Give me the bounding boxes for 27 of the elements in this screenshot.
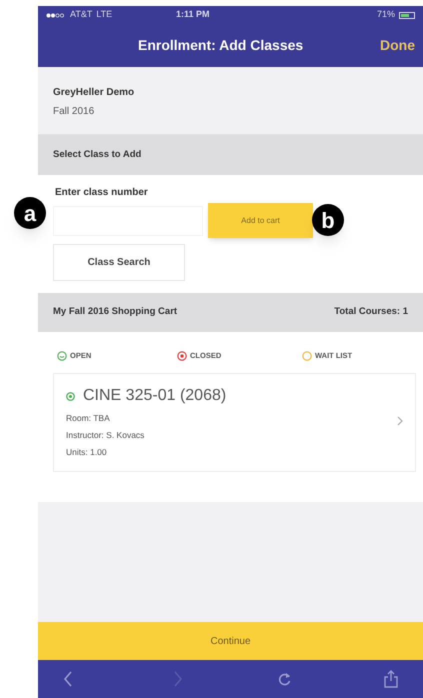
- field-label: Enter class number: [55, 186, 149, 200]
- share-icon[interactable]: [384, 670, 398, 688]
- battery-percent: 71%: [376, 8, 395, 22]
- carrier-label: AT&T: [70, 8, 92, 22]
- continue-button[interactable]: Continue: [38, 622, 423, 660]
- class-search-button[interactable]: Class Search: [53, 244, 185, 281]
- back-icon[interactable]: [63, 670, 73, 688]
- battery-icon: [399, 12, 415, 18]
- add-to-cart-button[interactable]: Add to cart: [208, 203, 313, 238]
- signal-icon: [46, 12, 66, 18]
- section-title: My Fall 2016 Shopping Cart: [53, 305, 178, 320]
- institution-name: GreyHeller Demo: [53, 86, 136, 100]
- done-button[interactable]: Done: [380, 35, 415, 56]
- class-title: CINE 325-01 (2068): [83, 386, 226, 406]
- section-title: Select Class to Add: [53, 148, 142, 162]
- chevron-icon: [397, 416, 403, 426]
- annotation-marker: a: [14, 197, 46, 229]
- reload-icon[interactable]: [278, 671, 292, 687]
- nav-title: Enrollment: Add Classes: [138, 36, 304, 55]
- room-label: Room: TBA: [66, 412, 111, 425]
- units-label: Units: 1.00: [66, 446, 108, 458]
- term-label: Fall 2016: [53, 105, 96, 119]
- instructor-label: Instructor: S. Kovacs: [66, 429, 146, 442]
- network-label: LTE: [96, 8, 112, 22]
- class-card[interactable]: CINE 325-01 (2068) Room: TBA Instructor: S. Kovacs Units: 1.00: [53, 373, 416, 472]
- total-courses: Total Courses: 1: [334, 305, 408, 320]
- status-time: 1:11 PM: [176, 8, 210, 22]
